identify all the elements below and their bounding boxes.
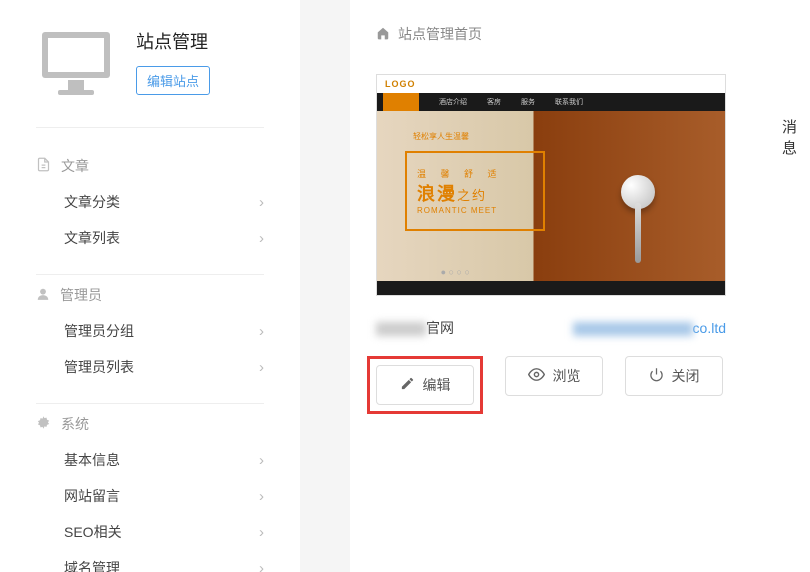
chevron-right-icon: › xyxy=(259,194,264,211)
button-label: 关闭 xyxy=(672,366,700,386)
menu-site-messages[interactable]: 网站留言 › xyxy=(36,478,264,514)
site-name: 官网 xyxy=(376,318,454,338)
chevron-right-icon: › xyxy=(259,323,264,340)
edit-site-button[interactable]: 编辑站点 xyxy=(136,66,210,95)
menu-label: 域名管理 xyxy=(64,558,120,572)
main-panel: 站点管理首页 LOGO 酒店介绍 客房 服务 联系我们 轻松享人生温馨 温 馨 … xyxy=(300,0,810,572)
screenshot-banner-box: 温 馨 舒 适 浪漫之约 ROMANTIC MEET xyxy=(405,151,545,231)
chevron-right-icon: › xyxy=(259,359,264,376)
right-panel-fragment: 消息 xyxy=(780,102,810,152)
screenshot-logo: LOGO xyxy=(385,79,416,89)
menu-label: 基本信息 xyxy=(64,450,120,470)
highlight-annotation: 编辑 xyxy=(367,356,483,414)
site-screenshot: LOGO 酒店介绍 客房 服务 联系我们 轻松享人生温馨 温 馨 舒 适 浪漫之… xyxy=(376,74,726,296)
site-name-suffix: 官网 xyxy=(426,320,454,336)
menu-label: 管理员分组 xyxy=(64,321,134,341)
section-head: 系统 xyxy=(36,414,264,434)
section-label: 文章 xyxy=(61,156,89,176)
close-button[interactable]: 关闭 xyxy=(625,356,723,396)
visit-button[interactable]: 浏览 xyxy=(505,356,603,396)
redacted-text xyxy=(573,322,693,336)
menu-label: 管理员列表 xyxy=(64,357,134,377)
edit-button[interactable]: 编辑 xyxy=(376,365,474,405)
gear-icon xyxy=(36,415,51,433)
chevron-right-icon: › xyxy=(259,452,264,469)
action-row: 编辑 浏览 关闭 xyxy=(376,356,726,414)
section-label: 管理员 xyxy=(60,285,102,305)
section-articles: 文章 文章分类 › 文章列表 › xyxy=(36,146,264,275)
section-label: 系统 xyxy=(61,414,89,434)
monitor-icon xyxy=(36,28,116,103)
site-domain[interactable]: co.ltd xyxy=(573,320,726,336)
site-title: 站点管理 xyxy=(136,28,210,54)
section-system: 系统 基本信息 › 网站留言 › SEO相关 › 域名管理 › xyxy=(36,404,264,572)
chevron-right-icon: › xyxy=(259,560,264,572)
site-preview-card: LOGO 酒店介绍 客房 服务 联系我们 轻松享人生温馨 温 馨 舒 适 浪漫之… xyxy=(376,74,726,414)
screenshot-door-knob xyxy=(621,175,655,209)
sidebar: 站点管理 编辑站点 文章 文章分类 › 文章列表 › xyxy=(0,0,300,572)
menu-label: 文章列表 xyxy=(64,228,120,248)
redacted-text xyxy=(376,322,426,336)
user-icon xyxy=(36,287,50,304)
screenshot-line3: ROMANTIC MEET xyxy=(417,206,533,215)
menu-article-categories[interactable]: 文章分类 › xyxy=(36,184,264,220)
home-icon xyxy=(376,26,390,43)
site-header: 站点管理 编辑站点 xyxy=(36,28,264,128)
site-info-line: 官网 co.ltd xyxy=(376,318,726,338)
chevron-right-icon: › xyxy=(259,488,264,505)
screenshot-line2b: 之约 xyxy=(457,188,487,203)
chevron-right-icon: › xyxy=(259,524,264,541)
menu-basic-info[interactable]: 基本信息 › xyxy=(36,442,264,478)
button-label: 编辑 xyxy=(423,375,451,395)
breadcrumb: 站点管理首页 xyxy=(350,0,810,74)
chevron-right-icon: › xyxy=(259,230,264,247)
screenshot-line2a: 浪漫 xyxy=(417,184,457,204)
domain-suffix: co.ltd xyxy=(693,320,726,336)
menu-article-list[interactable]: 文章列表 › xyxy=(36,220,264,256)
section-admins: 管理员 管理员分组 › 管理员列表 › xyxy=(36,275,264,404)
menu-label: 文章分类 xyxy=(64,192,120,212)
file-icon xyxy=(36,157,51,175)
screenshot-dots: ● ○ ○ ○ xyxy=(377,267,534,277)
power-icon xyxy=(649,367,664,385)
menu-label: SEO相关 xyxy=(64,522,122,542)
menu-label: 网站留言 xyxy=(64,486,120,506)
section-head: 管理员 xyxy=(36,285,264,305)
menu-admin-groups[interactable]: 管理员分组 › xyxy=(36,313,264,349)
screenshot-line1: 温 馨 舒 适 xyxy=(417,167,533,180)
menu-admin-list[interactable]: 管理员列表 › xyxy=(36,349,264,385)
button-label: 浏览 xyxy=(553,366,581,386)
section-head: 文章 xyxy=(36,156,264,176)
eye-icon xyxy=(528,366,545,386)
pencil-icon xyxy=(400,376,415,394)
menu-seo[interactable]: SEO相关 › xyxy=(36,514,264,550)
menu-domain-manage[interactable]: 域名管理 › xyxy=(36,550,264,572)
breadcrumb-label: 站点管理首页 xyxy=(398,24,482,44)
screenshot-subtitle: 轻松享人生温馨 xyxy=(413,131,469,142)
